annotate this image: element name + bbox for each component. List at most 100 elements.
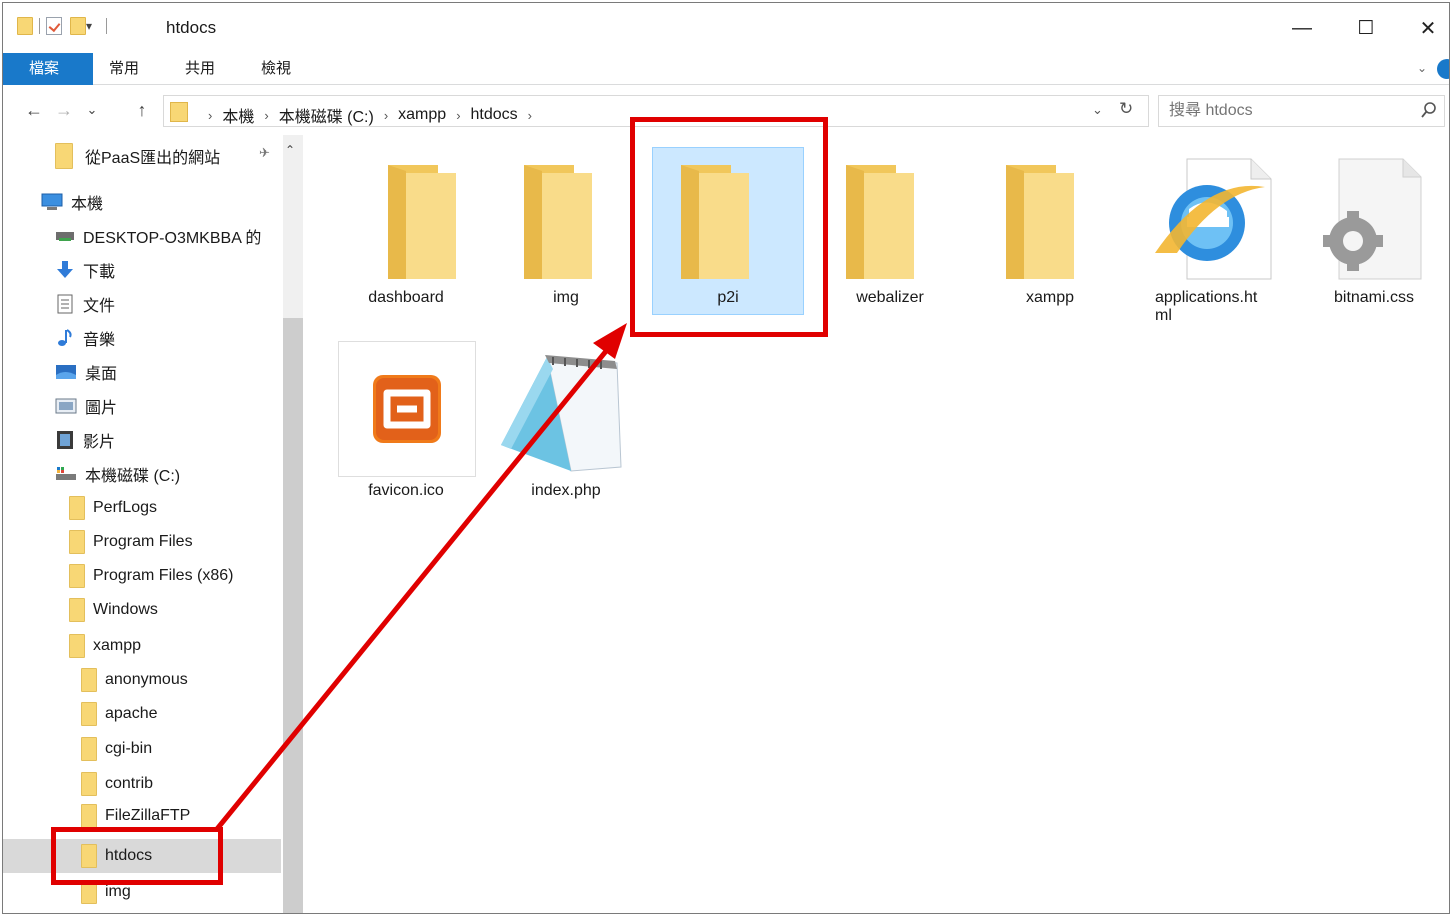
quick-access-toolbar: ▾ [17,17,113,35]
breadcrumb-separator[interactable]: › [456,108,460,123]
refresh-icon[interactable]: ↻ [1119,99,1133,119]
sidebar-item-pictures[interactable]: 圖片 [3,389,281,423]
breadcrumb-separator[interactable]: › [264,108,268,123]
tab-home[interactable]: 常用 [99,53,149,85]
sidebar-item-label: 下載 [83,264,116,281]
folder-icon [69,530,85,554]
sidebar-item-network-drive[interactable]: DESKTOP-O3MKBBA 的 [3,219,281,253]
file-item-dashboard[interactable]: dashboard [331,149,481,313]
recent-locations-button[interactable]: ⌄ [79,97,105,123]
collapse-icon[interactable]: ⌃ [285,143,295,157]
folder-icon [170,102,188,122]
properties-icon[interactable] [46,17,62,35]
breadcrumb-xampp[interactable]: xampp [398,106,446,124]
sidebar-item-label: 文件 [83,298,116,315]
sidebar-item-label: 音樂 [83,332,116,349]
navigation-pane: 從PaaS匯出的網站 ✈ ⌃ 本機 DESKTOP-O3MKBBA 的 下載 文… [3,135,303,913]
separator [106,18,107,34]
sidebar-item-label: 從PaaS匯出的網站 [85,150,221,167]
file-name: img [553,289,579,306]
sidebar-item-videos[interactable]: 影片 [3,423,281,457]
breadcrumb-htdocs[interactable]: htdocs [471,106,518,124]
breadcrumb-separator[interactable]: › [208,108,212,123]
file-item-bitnami-css[interactable]: bitnami.css [1299,149,1449,313]
sidebar-item-downloads[interactable]: 下載 [3,253,281,287]
sidebar-item-label: img [105,883,131,900]
search-box[interactable] [1158,95,1445,127]
separator [39,18,40,34]
forward-button[interactable]: → [51,97,77,123]
breadcrumb-local-disk[interactable]: 本機磁碟 (C:) [279,103,374,127]
sidebar-item-label: xampp [93,637,142,654]
sidebar-item-xampp[interactable]: xampp [3,629,281,663]
file-item-applications-html[interactable]: applications.ht ml [1139,149,1289,339]
file-item-img[interactable]: img [491,149,641,313]
file-item-webalizer[interactable]: webalizer [815,149,965,313]
sidebar-item-label: cgi-bin [105,740,153,757]
sidebar-item-program-files-x86[interactable]: Program Files (x86) [3,559,281,593]
minimize-button[interactable]: — [1279,9,1325,47]
folder-icon [55,143,73,169]
file-item-index-php[interactable]: index.php [491,339,641,505]
expand-ribbon-icon[interactable]: ⌄ [1417,61,1427,75]
file-name: favicon.ico [368,482,444,499]
sidebar-item-music[interactable]: 音樂 [3,321,281,355]
tab-file[interactable]: 檔案 [3,53,93,85]
sidebar-item-label: contrib [105,775,154,792]
pin-icon[interactable]: ✈ [259,145,270,161]
back-button[interactable]: ← [21,97,47,123]
sidebar-item-quick-access[interactable]: 從PaaS匯出的網站 [3,139,281,173]
file-item-xampp[interactable]: xampp [975,149,1125,313]
maximize-button[interactable]: ☐ [1343,9,1389,47]
address-dropdown-icon[interactable]: ⌄ [1092,102,1103,118]
desktop-icon [56,365,76,379]
breadcrumb-separator[interactable]: › [528,108,532,123]
download-icon [57,261,73,278]
tab-view[interactable]: 檢視 [251,53,301,85]
settings-file-icon [1323,158,1422,280]
ribbon-tabs: 檔案 常用 共用 檢視 ⌄ [3,53,1449,85]
folder-icon [81,702,97,726]
window-title: htdocs [166,18,217,37]
breadcrumb-separator[interactable]: › [384,108,388,123]
sidebar-item-this-pc[interactable]: 本機 [3,185,281,219]
sidebar-item-perflogs[interactable]: PerfLogs [3,491,281,525]
folder-icon [69,564,85,588]
search-input[interactable] [1169,101,1409,121]
tab-share[interactable]: 共用 [175,53,225,85]
sidebar-item-cgi-bin[interactable]: cgi-bin [3,732,281,766]
folder-icon [524,165,592,279]
file-name: bitnami.css [1333,289,1415,306]
scrollbar-thumb[interactable] [283,318,303,913]
help-icon[interactable] [1437,59,1449,79]
sidebar-item-label: PerfLogs [93,499,158,516]
file-item-favicon-ico[interactable]: favicon.ico [331,339,481,505]
sidebar-item-desktop[interactable]: 桌面 [3,355,281,389]
xampp-logo-icon [373,375,441,443]
sidebar-item-local-disk[interactable]: 本機磁碟 (C:) [3,457,281,491]
sidebar-item-program-files[interactable]: Program Files [3,525,281,559]
computer-icon [41,193,63,210]
sidebar-item-label: FileZillaFTP [105,807,191,824]
close-button[interactable]: ✕ [1405,9,1449,47]
search-icon[interactable] [1420,100,1438,120]
sidebar-item-documents[interactable]: 文件 [3,287,281,321]
annotation-highlight-htdocs [51,827,223,885]
file-name: webalizer [856,289,924,306]
file-name: dashboard [368,289,444,306]
video-icon [57,431,73,449]
internet-explorer-icon [1155,158,1272,280]
up-button[interactable]: ↑ [129,97,155,123]
customize-toolbar-icon[interactable]: ▾ [86,19,94,33]
breadcrumb-this-pc[interactable]: 本機 [222,103,254,127]
sidebar-item-contrib[interactable]: contrib [3,767,281,801]
sidebar-item-apache[interactable]: apache [3,697,281,731]
file-explorer-window: ▾ htdocs — ☐ ✕ 檔案 常用 共用 檢視 ⌄ ← → ⌄ ↑ › 本… [2,2,1450,914]
annotation-highlight-p2i [630,117,828,337]
folder-icon [1006,165,1074,279]
sidebar-item-windows[interactable]: Windows [3,593,281,627]
folder-icon [81,737,97,761]
folder-icon [81,668,97,692]
new-folder-icon[interactable] [70,17,86,35]
sidebar-item-anonymous[interactable]: anonymous [3,663,281,697]
